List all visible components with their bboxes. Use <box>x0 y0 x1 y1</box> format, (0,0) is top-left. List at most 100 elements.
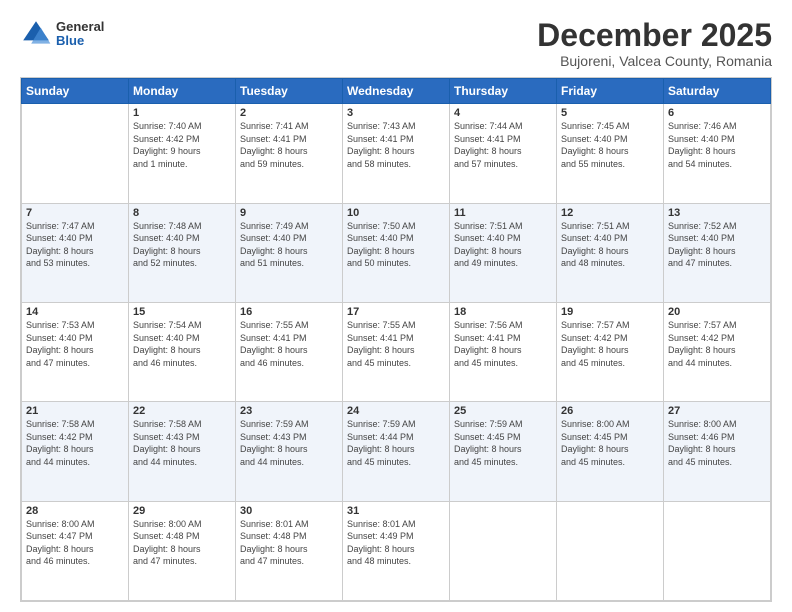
day-number: 31 <box>347 505 445 517</box>
day-info: Sunrise: 8:00 AMSunset: 4:46 PMDaylight:… <box>668 418 766 468</box>
day-number: 13 <box>668 207 766 219</box>
day-info: Sunrise: 7:52 AMSunset: 4:40 PMDaylight:… <box>668 220 766 270</box>
day-number: 10 <box>347 207 445 219</box>
day-number: 28 <box>26 505 124 517</box>
calendar-header: SundayMondayTuesdayWednesdayThursdayFrid… <box>22 79 771 104</box>
calendar-cell: 10Sunrise: 7:50 AMSunset: 4:40 PMDayligh… <box>343 203 450 302</box>
calendar-week-2: 7Sunrise: 7:47 AMSunset: 4:40 PMDaylight… <box>22 203 771 302</box>
calendar-cell: 6Sunrise: 7:46 AMSunset: 4:40 PMDaylight… <box>664 104 771 203</box>
calendar-cell: 25Sunrise: 7:59 AMSunset: 4:45 PMDayligh… <box>450 402 557 501</box>
day-number: 2 <box>240 107 338 119</box>
day-number: 12 <box>561 207 659 219</box>
logo-icon <box>20 18 52 50</box>
day-info: Sunrise: 7:51 AMSunset: 4:40 PMDaylight:… <box>561 220 659 270</box>
calendar-cell <box>450 501 557 600</box>
day-number: 7 <box>26 207 124 219</box>
day-number: 3 <box>347 107 445 119</box>
day-header-friday: Friday <box>557 79 664 104</box>
page: General Blue December 2025 Bujoreni, Val… <box>0 0 792 612</box>
calendar-cell: 3Sunrise: 7:43 AMSunset: 4:41 PMDaylight… <box>343 104 450 203</box>
calendar-cell: 11Sunrise: 7:51 AMSunset: 4:40 PMDayligh… <box>450 203 557 302</box>
day-info: Sunrise: 7:48 AMSunset: 4:40 PMDaylight:… <box>133 220 231 270</box>
calendar-cell: 31Sunrise: 8:01 AMSunset: 4:49 PMDayligh… <box>343 501 450 600</box>
calendar-cell: 18Sunrise: 7:56 AMSunset: 4:41 PMDayligh… <box>450 302 557 401</box>
calendar-table: SundayMondayTuesdayWednesdayThursdayFrid… <box>21 78 771 601</box>
day-number: 23 <box>240 405 338 417</box>
header: General Blue December 2025 Bujoreni, Val… <box>20 18 772 69</box>
day-info: Sunrise: 7:55 AMSunset: 4:41 PMDaylight:… <box>347 319 445 369</box>
day-info: Sunrise: 7:40 AMSunset: 4:42 PMDaylight:… <box>133 120 231 170</box>
calendar-cell: 24Sunrise: 7:59 AMSunset: 4:44 PMDayligh… <box>343 402 450 501</box>
day-info: Sunrise: 7:57 AMSunset: 4:42 PMDaylight:… <box>561 319 659 369</box>
day-info: Sunrise: 7:57 AMSunset: 4:42 PMDaylight:… <box>668 319 766 369</box>
day-info: Sunrise: 7:58 AMSunset: 4:42 PMDaylight:… <box>26 418 124 468</box>
day-number: 17 <box>347 306 445 318</box>
day-header-thursday: Thursday <box>450 79 557 104</box>
calendar-cell: 21Sunrise: 7:58 AMSunset: 4:42 PMDayligh… <box>22 402 129 501</box>
month-title: December 2025 <box>537 18 772 53</box>
calendar-cell: 1Sunrise: 7:40 AMSunset: 4:42 PMDaylight… <box>129 104 236 203</box>
day-number: 21 <box>26 405 124 417</box>
subtitle: Bujoreni, Valcea County, Romania <box>537 53 772 69</box>
calendar-cell: 8Sunrise: 7:48 AMSunset: 4:40 PMDaylight… <box>129 203 236 302</box>
day-info: Sunrise: 7:45 AMSunset: 4:40 PMDaylight:… <box>561 120 659 170</box>
day-info: Sunrise: 7:46 AMSunset: 4:40 PMDaylight:… <box>668 120 766 170</box>
calendar-cell: 13Sunrise: 7:52 AMSunset: 4:40 PMDayligh… <box>664 203 771 302</box>
header-row: SundayMondayTuesdayWednesdayThursdayFrid… <box>22 79 771 104</box>
calendar-body: 1Sunrise: 7:40 AMSunset: 4:42 PMDaylight… <box>22 104 771 601</box>
day-number: 14 <box>26 306 124 318</box>
day-info: Sunrise: 7:50 AMSunset: 4:40 PMDaylight:… <box>347 220 445 270</box>
day-header-wednesday: Wednesday <box>343 79 450 104</box>
day-number: 5 <box>561 107 659 119</box>
day-number: 26 <box>561 405 659 417</box>
calendar-week-4: 21Sunrise: 7:58 AMSunset: 4:42 PMDayligh… <box>22 402 771 501</box>
day-info: Sunrise: 8:01 AMSunset: 4:49 PMDaylight:… <box>347 518 445 568</box>
logo-text: General Blue <box>56 20 104 49</box>
logo: General Blue <box>20 18 104 50</box>
day-info: Sunrise: 7:58 AMSunset: 4:43 PMDaylight:… <box>133 418 231 468</box>
calendar-cell: 17Sunrise: 7:55 AMSunset: 4:41 PMDayligh… <box>343 302 450 401</box>
calendar-cell <box>664 501 771 600</box>
calendar-cell: 27Sunrise: 8:00 AMSunset: 4:46 PMDayligh… <box>664 402 771 501</box>
calendar-week-5: 28Sunrise: 8:00 AMSunset: 4:47 PMDayligh… <box>22 501 771 600</box>
day-number: 4 <box>454 107 552 119</box>
calendar-cell: 20Sunrise: 7:57 AMSunset: 4:42 PMDayligh… <box>664 302 771 401</box>
calendar-cell: 19Sunrise: 7:57 AMSunset: 4:42 PMDayligh… <box>557 302 664 401</box>
calendar-cell: 9Sunrise: 7:49 AMSunset: 4:40 PMDaylight… <box>236 203 343 302</box>
day-number: 30 <box>240 505 338 517</box>
day-info: Sunrise: 8:00 AMSunset: 4:48 PMDaylight:… <box>133 518 231 568</box>
calendar-cell: 16Sunrise: 7:55 AMSunset: 4:41 PMDayligh… <box>236 302 343 401</box>
calendar-cell <box>557 501 664 600</box>
day-number: 15 <box>133 306 231 318</box>
day-info: Sunrise: 7:53 AMSunset: 4:40 PMDaylight:… <box>26 319 124 369</box>
day-info: Sunrise: 7:55 AMSunset: 4:41 PMDaylight:… <box>240 319 338 369</box>
day-info: Sunrise: 7:59 AMSunset: 4:45 PMDaylight:… <box>454 418 552 468</box>
calendar-cell: 29Sunrise: 8:00 AMSunset: 4:48 PMDayligh… <box>129 501 236 600</box>
day-number: 11 <box>454 207 552 219</box>
day-number: 16 <box>240 306 338 318</box>
day-header-monday: Monday <box>129 79 236 104</box>
day-info: Sunrise: 7:59 AMSunset: 4:44 PMDaylight:… <box>347 418 445 468</box>
day-number: 24 <box>347 405 445 417</box>
day-info: Sunrise: 7:44 AMSunset: 4:41 PMDaylight:… <box>454 120 552 170</box>
day-info: Sunrise: 7:54 AMSunset: 4:40 PMDaylight:… <box>133 319 231 369</box>
calendar-cell: 14Sunrise: 7:53 AMSunset: 4:40 PMDayligh… <box>22 302 129 401</box>
title-block: December 2025 Bujoreni, Valcea County, R… <box>537 18 772 69</box>
calendar-cell: 5Sunrise: 7:45 AMSunset: 4:40 PMDaylight… <box>557 104 664 203</box>
day-header-sunday: Sunday <box>22 79 129 104</box>
day-number: 6 <box>668 107 766 119</box>
day-info: Sunrise: 7:49 AMSunset: 4:40 PMDaylight:… <box>240 220 338 270</box>
day-header-saturday: Saturday <box>664 79 771 104</box>
day-info: Sunrise: 7:43 AMSunset: 4:41 PMDaylight:… <box>347 120 445 170</box>
day-info: Sunrise: 8:00 AMSunset: 4:45 PMDaylight:… <box>561 418 659 468</box>
day-number: 27 <box>668 405 766 417</box>
day-info: Sunrise: 8:00 AMSunset: 4:47 PMDaylight:… <box>26 518 124 568</box>
day-number: 9 <box>240 207 338 219</box>
day-number: 20 <box>668 306 766 318</box>
day-header-tuesday: Tuesday <box>236 79 343 104</box>
day-info: Sunrise: 7:41 AMSunset: 4:41 PMDaylight:… <box>240 120 338 170</box>
logo-general: General <box>56 20 104 34</box>
calendar-cell: 2Sunrise: 7:41 AMSunset: 4:41 PMDaylight… <box>236 104 343 203</box>
day-number: 29 <box>133 505 231 517</box>
calendar-cell: 7Sunrise: 7:47 AMSunset: 4:40 PMDaylight… <box>22 203 129 302</box>
